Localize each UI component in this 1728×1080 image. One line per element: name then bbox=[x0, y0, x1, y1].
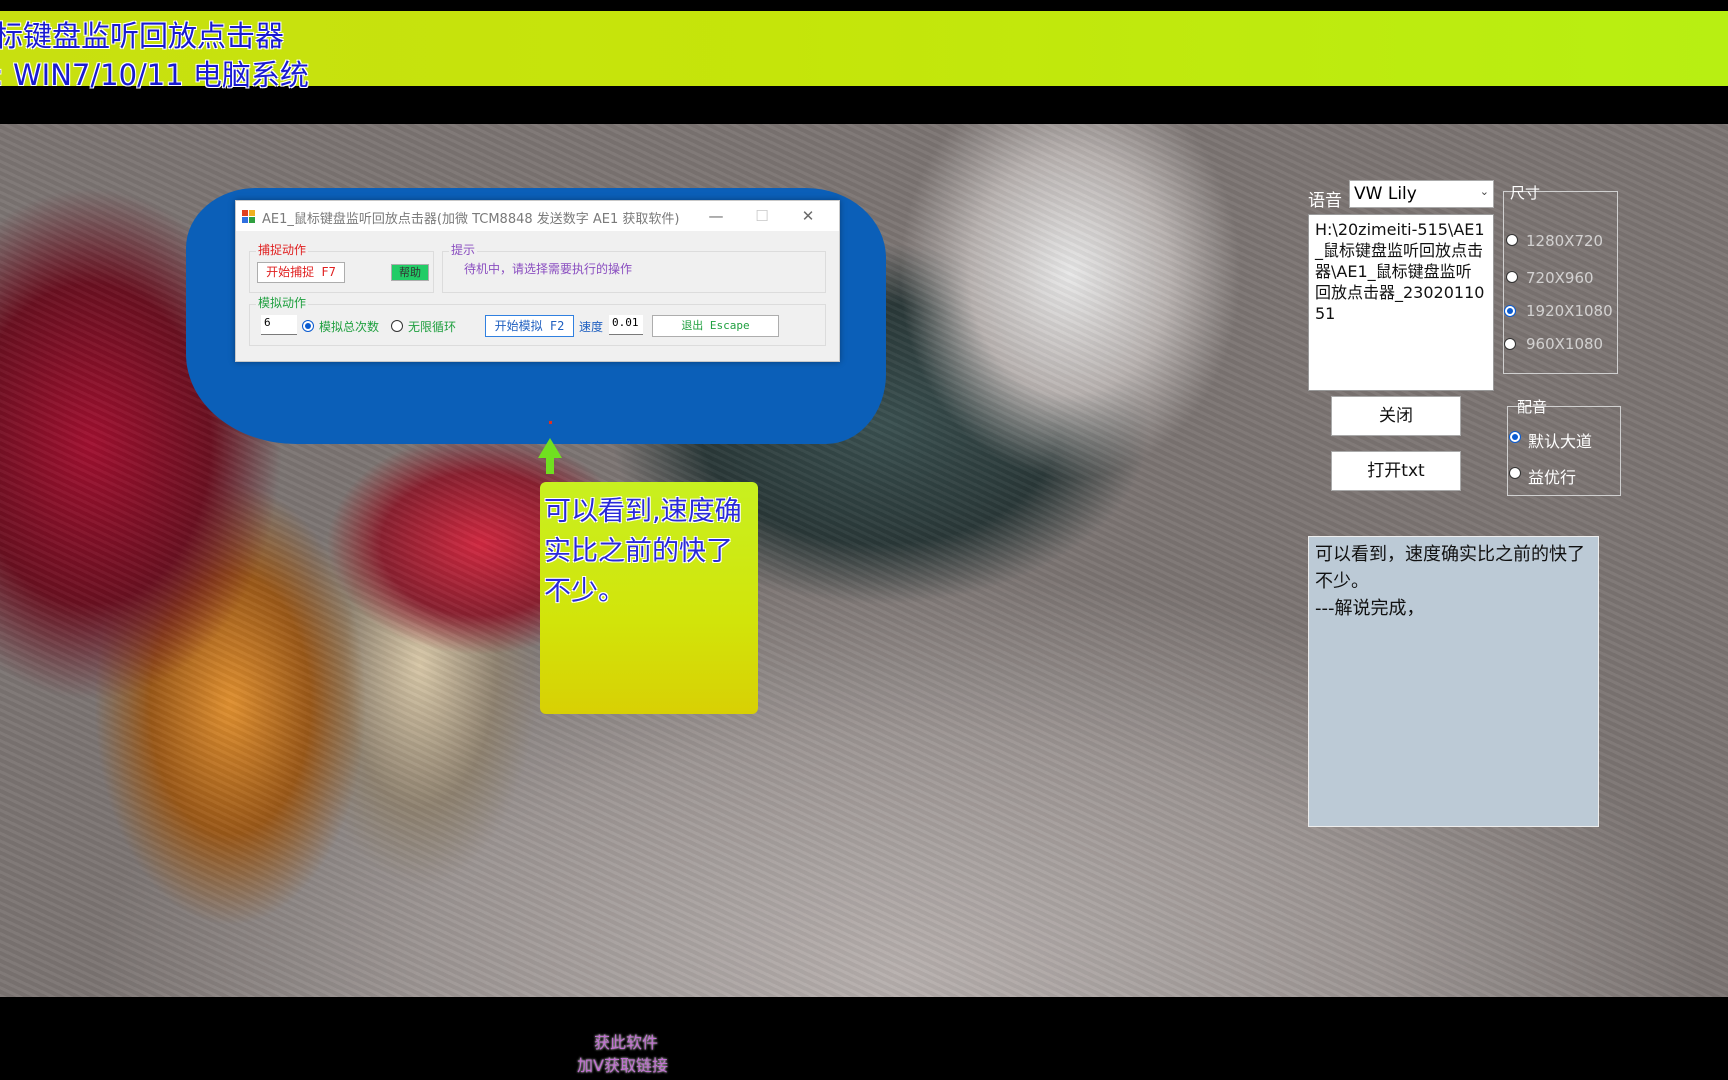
voice-label: 语音 bbox=[1308, 191, 1342, 211]
radio-resolution-960[interactable] bbox=[1504, 338, 1516, 350]
radio-total-count-label: 模拟总次数 bbox=[319, 320, 380, 334]
radio-infinite-loop[interactable] bbox=[391, 320, 403, 332]
resolution-label-1920: 1920X1080 bbox=[1526, 302, 1613, 320]
radio-resolution-1280[interactable] bbox=[1506, 234, 1518, 246]
help-button[interactable]: 帮助 bbox=[391, 264, 429, 281]
radio-dub-default[interactable] bbox=[1509, 431, 1521, 443]
callout-note: 可以看到,速度确实比之前的快了不少。 bbox=[540, 482, 758, 714]
exit-button[interactable]: 退出 Escape bbox=[652, 315, 779, 337]
start-simulate-button[interactable]: 开始模拟 F2 bbox=[485, 315, 574, 337]
dub-label-alt: 益优行 bbox=[1528, 468, 1577, 487]
arrow-up-icon bbox=[538, 438, 562, 458]
speed-label: 速度 bbox=[579, 320, 604, 334]
resolution-label-720: 720X960 bbox=[1526, 269, 1594, 287]
voice-select-value: VW Lily bbox=[1354, 184, 1417, 204]
hint-group-label: 提示 bbox=[449, 241, 478, 258]
radio-total-count[interactable] bbox=[302, 320, 314, 332]
dub-label-default: 默认大道 bbox=[1528, 432, 1593, 451]
path-textarea[interactable]: H:\20zimeiti-515\AE1_鼠标键盘监听回放点击器\AE1_鼠标键… bbox=[1308, 214, 1494, 391]
banner-title: 标键盘监听回放点击器 bbox=[0, 19, 285, 53]
count-input[interactable]: 6 bbox=[261, 315, 297, 335]
radio-resolution-720[interactable] bbox=[1506, 271, 1518, 283]
radio-dub-alt[interactable] bbox=[1509, 467, 1521, 479]
callout-text: 可以看到,速度确实比之前的快了不少。 bbox=[544, 496, 742, 607]
arrow-shaft bbox=[546, 456, 554, 474]
app-window: AE1_鼠标键盘监听回放点击器(加微 TCM8848 发送数字 AE1 获取软件… bbox=[235, 200, 840, 362]
resolution-label-960: 960X1080 bbox=[1526, 335, 1604, 353]
window-titlebar[interactable]: AE1_鼠标键盘监听回放点击器(加微 TCM8848 发送数字 AE1 获取软件… bbox=[236, 201, 839, 231]
app-icon bbox=[242, 210, 255, 223]
voice-select[interactable]: VW Lily ⌄ bbox=[1349, 180, 1494, 208]
simulate-group-label: 模拟动作 bbox=[256, 294, 309, 311]
narration-textarea[interactable]: 可以看到，速度确实比之前的快了不少。 ---解说完成， bbox=[1308, 536, 1599, 827]
footer-line-2: 加V获取链接 bbox=[577, 1056, 668, 1075]
resolution-label-1280: 1280X720 bbox=[1526, 232, 1604, 250]
chevron-down-icon: ⌄ bbox=[1479, 185, 1489, 198]
footer-line-1: 获此软件 bbox=[594, 1033, 659, 1052]
banner-subtitle: : WIN7/10/11 电脑系统 bbox=[0, 58, 309, 92]
window-title: AE1_鼠标键盘监听回放点击器(加微 TCM8848 发送数字 AE1 获取软件… bbox=[262, 212, 680, 227]
start-capture-button[interactable]: 开始捕捉 F7 bbox=[257, 262, 345, 283]
dub-group-label: 配音 bbox=[1517, 398, 1548, 416]
top-banner: 标键盘监听回放点击器 : WIN7/10/11 电脑系统 bbox=[0, 11, 1728, 92]
radio-infinite-loop-label: 无限循环 bbox=[408, 320, 457, 334]
resolution-group-label: 尺寸 bbox=[1510, 184, 1541, 202]
maximize-button[interactable]: ☐ bbox=[739, 201, 785, 231]
pointer-dot bbox=[549, 421, 552, 424]
minimize-button[interactable]: — bbox=[693, 201, 739, 231]
speed-input[interactable]: 0.01 bbox=[609, 315, 643, 335]
capture-group-label: 捕捉动作 bbox=[256, 241, 309, 258]
radio-resolution-1920[interactable] bbox=[1504, 305, 1516, 317]
close-button[interactable]: 关闭 bbox=[1331, 396, 1461, 436]
close-window-button[interactable]: ✕ bbox=[785, 201, 831, 231]
open-txt-button[interactable]: 打开txt bbox=[1331, 451, 1461, 491]
status-hint: 待机中，请选择需要执行的操作 bbox=[464, 262, 633, 276]
